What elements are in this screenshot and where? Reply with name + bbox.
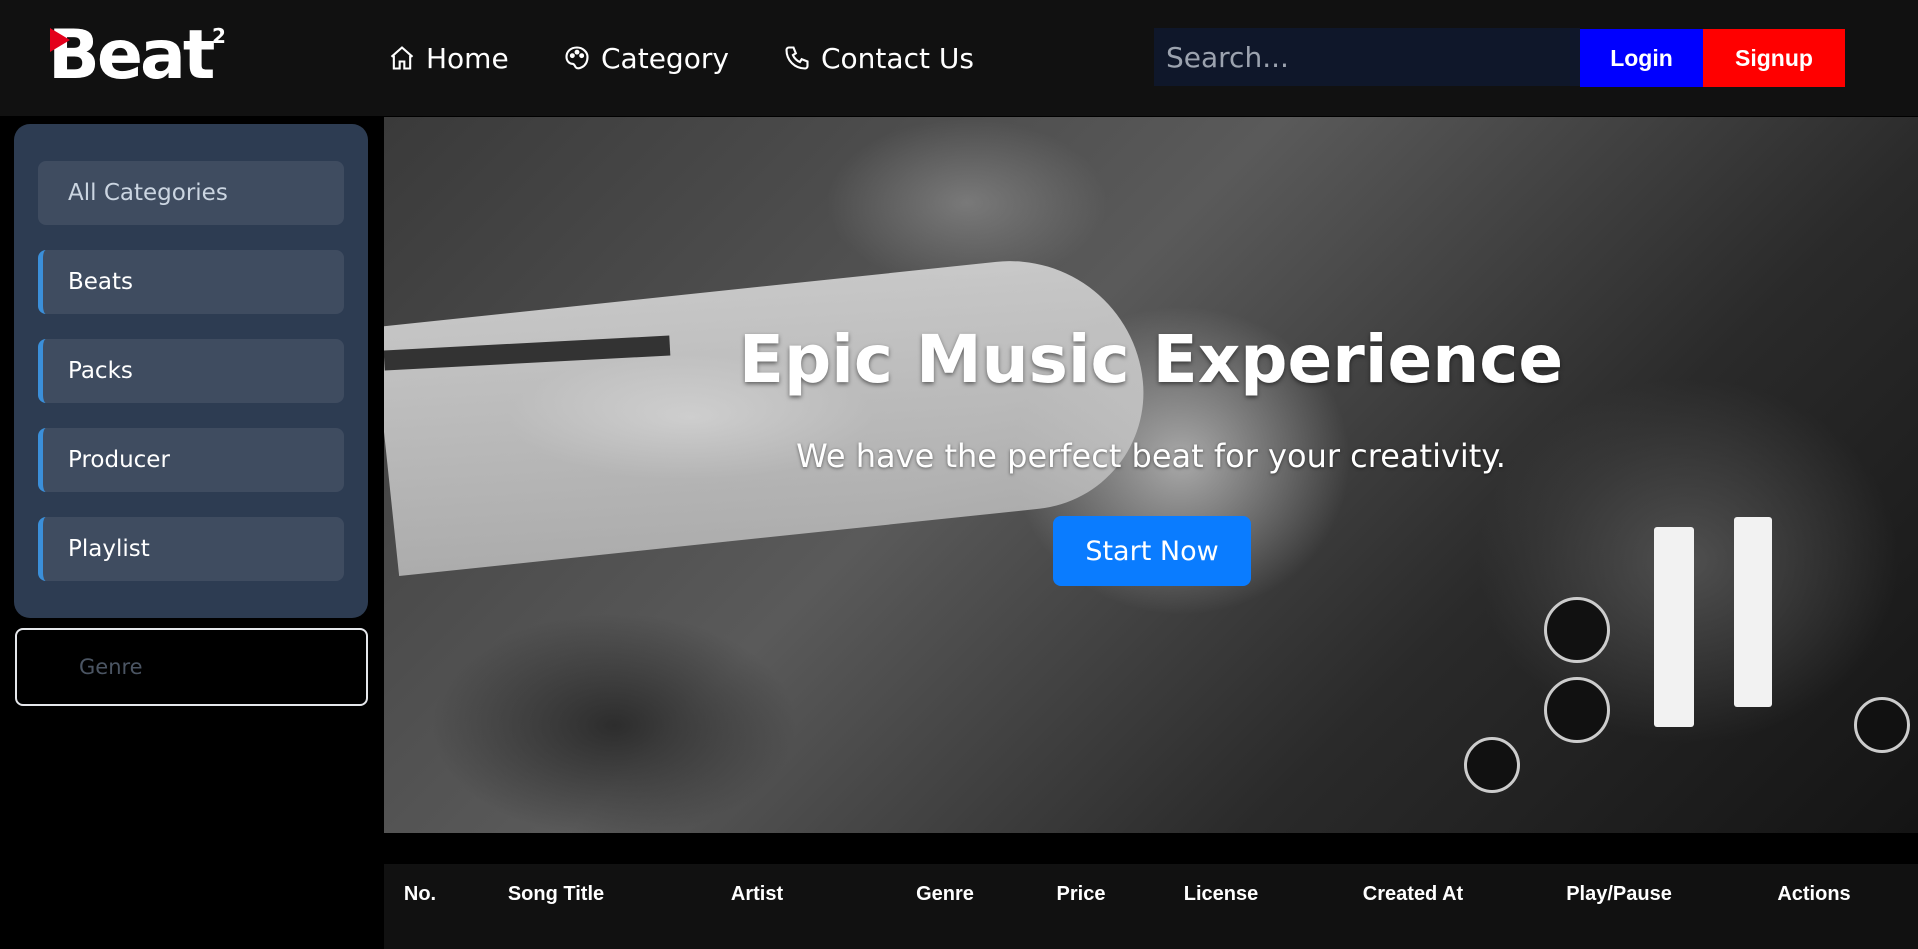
login-button[interactable]: Login [1580,29,1703,87]
hero-photo-knob [1464,737,1520,793]
songs-table-header: No. Song Title Artist Genre Price Licens… [384,864,1918,949]
category-beats[interactable]: Beats [38,250,344,314]
column-header-price: Price [1056,883,1106,905]
column-header-artist: Artist [730,883,784,905]
home-icon [390,46,414,70]
logo-text: Beat [48,16,215,95]
signup-button[interactable]: Signup [1703,29,1845,87]
top-header: Beat 2 Home Category Contact Us Login Si… [0,0,1918,116]
column-header-no: No. [403,883,437,905]
category-all[interactable]: All Categories [38,161,344,225]
category-packs[interactable]: Packs [38,339,344,403]
hero-title: Epic Music Experience [738,321,1564,398]
column-header-song-title: Song Title [507,883,605,905]
search-input[interactable] [1154,28,1580,86]
nav-category[interactable]: Category [563,36,729,80]
site-logo[interactable]: Beat 2 [46,18,236,98]
column-header-play-pause: Play/Pause [1566,883,1672,905]
nav-home-label: Home [426,41,509,75]
nav-category-label: Category [601,41,729,75]
category-sidebar: All Categories Beats Packs Producer Play… [14,124,368,618]
palette-icon [565,46,589,70]
hero-photo-knob [1544,677,1610,743]
hero-photo-arm [384,247,1155,577]
nav-contact-label: Contact Us [821,41,974,75]
hero-photo-light [1734,517,1772,707]
hero-banner: Epic Music Experience We have the perfec… [384,117,1918,833]
hero-subtitle: We have the perfect beat for your creati… [796,437,1506,475]
column-header-license: License [1183,883,1259,905]
play-triangle-icon [50,28,70,52]
hero-photo-knob [1854,697,1910,753]
column-header-created-at: Created At [1362,883,1464,905]
start-now-button[interactable]: Start Now [1053,516,1251,586]
phone-icon [785,46,809,70]
column-header-genre: Genre [916,883,974,905]
category-playlist[interactable]: Playlist [38,517,344,581]
column-header-actions: Actions [1777,883,1851,905]
genre-input[interactable] [15,628,368,706]
hero-photo-light [1654,527,1694,727]
nav-home[interactable]: Home [388,36,509,80]
category-producer[interactable]: Producer [38,428,344,492]
hero-photo-knob [1544,597,1610,663]
nav-contact[interactable]: Contact Us [783,36,974,80]
logo-superscript: 2 [212,24,226,48]
